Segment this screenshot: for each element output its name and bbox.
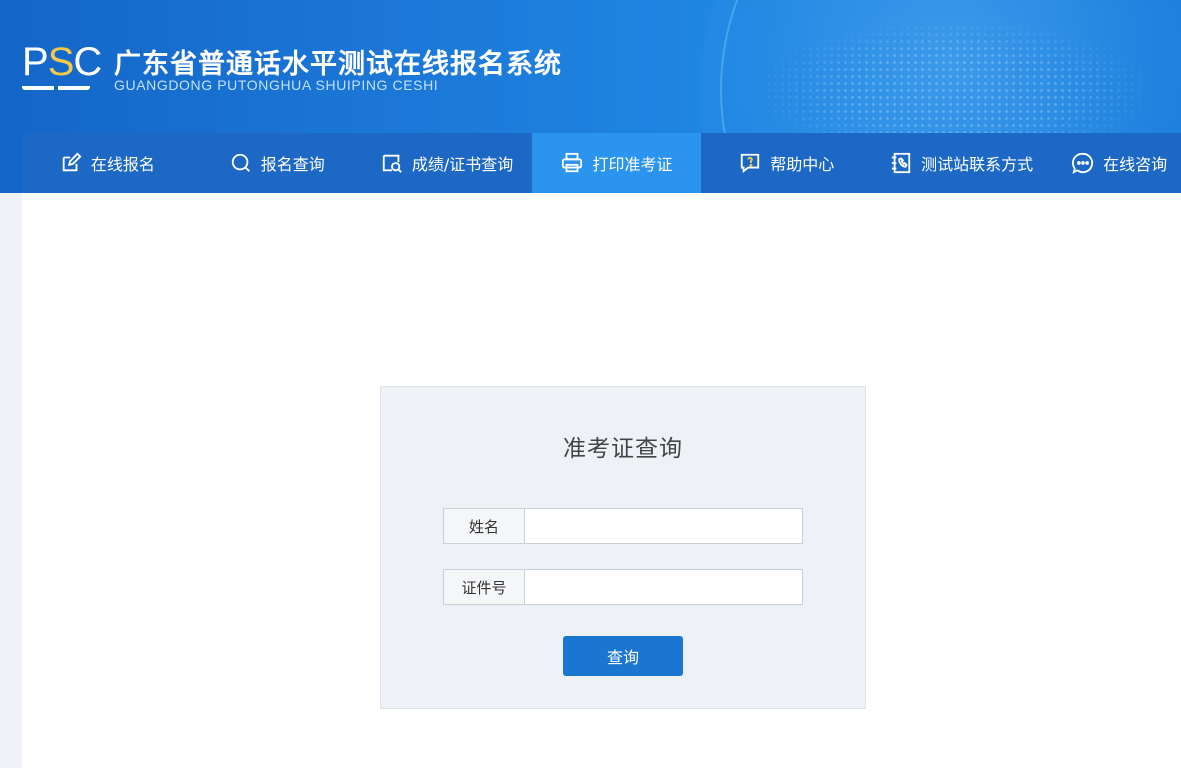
nav-item-online-registration[interactable]: 在线报名 xyxy=(22,133,192,193)
nav-item-registration-query[interactable]: 报名查询 xyxy=(192,133,362,193)
id-number-label: 证件号 xyxy=(444,570,525,604)
nav-label: 报名查询 xyxy=(260,155,325,174)
nav-label: 测试站联系方式 xyxy=(921,155,1034,174)
site-header: PSC 广东省普通话水平测试在线报名系统 GUANGDONG PUTONGHUA… xyxy=(0,0,1181,193)
nav-label: 成绩/证书查询 xyxy=(411,155,514,174)
logo-letter-c: C xyxy=(73,40,102,84)
nav-item-online-consultation[interactable]: 在线咨询 xyxy=(1051,133,1181,193)
nav-item-print-admission-ticket[interactable]: 打印准考证 xyxy=(531,133,702,193)
nav-label: 在线报名 xyxy=(90,155,155,174)
main-nav: 在线报名 报名查询 成绩/证书查询 打印准考证 帮助中心 测试站联系方式 在线咨… xyxy=(22,133,1181,193)
main-content: 准考证查询 姓名 证件号 查询 xyxy=(22,193,1181,768)
name-field-row: 姓名 xyxy=(443,508,803,544)
phone-book-icon xyxy=(889,151,913,175)
logo-letter-s: S xyxy=(47,40,75,84)
id-field-row: 证件号 xyxy=(443,569,803,605)
logo-letter-p: P xyxy=(22,40,49,84)
name-label: 姓名 xyxy=(444,509,525,543)
name-input[interactable] xyxy=(525,509,802,543)
psc-logo[interactable]: PSC xyxy=(22,40,102,96)
query-button[interactable]: 查询 xyxy=(563,636,683,676)
nav-item-help-center[interactable]: 帮助中心 xyxy=(701,133,871,193)
printer-icon xyxy=(560,151,584,175)
chat-icon xyxy=(1071,151,1095,175)
certificate-search-icon xyxy=(380,151,404,175)
id-number-input[interactable] xyxy=(525,570,802,604)
nav-label: 帮助中心 xyxy=(770,155,835,174)
logo-book-icon xyxy=(22,86,90,92)
nav-label: 打印准考证 xyxy=(592,155,673,174)
help-chat-icon xyxy=(738,151,762,175)
admission-ticket-query-panel: 准考证查询 姓名 证件号 查询 xyxy=(380,386,866,709)
site-title: 广东省普通话水平测试在线报名系统 xyxy=(114,49,562,80)
panel-title: 准考证查询 xyxy=(563,436,683,462)
nav-item-score-certificate-query[interactable]: 成绩/证书查询 xyxy=(362,133,532,193)
nav-item-test-station-contacts[interactable]: 测试站联系方式 xyxy=(871,133,1051,193)
site-subtitle: GUANGDONG PUTONGHUA SHUIPING CESHI xyxy=(114,77,439,93)
edit-icon xyxy=(59,151,83,175)
nav-label: 在线咨询 xyxy=(1103,155,1168,174)
search-icon xyxy=(229,151,253,175)
